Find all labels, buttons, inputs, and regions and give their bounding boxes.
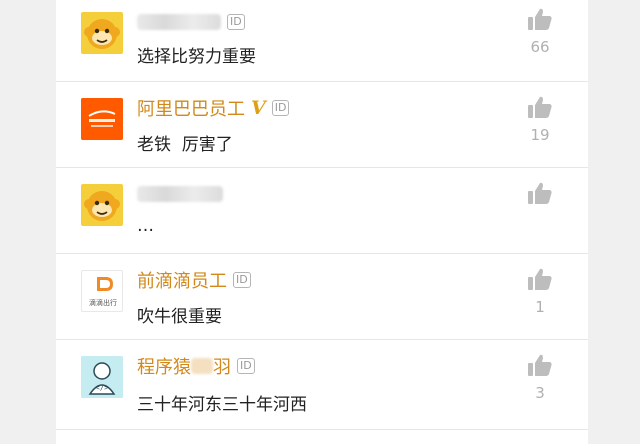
comment-text: 三十年河东三十年河西 [137, 395, 307, 415]
comment-item: 阿里巴巴员工 V ID 老铁 厉害了 19 [56, 82, 588, 168]
thumbs-up-icon [528, 182, 552, 204]
thumbs-up-icon [528, 354, 552, 376]
didi-avatar[interactable]: 滴滴出行 [81, 270, 123, 312]
like-button[interactable]: 66 [526, 8, 554, 56]
programmer-avatar[interactable]: </> [81, 356, 123, 398]
author-name-blurred[interactable] [137, 186, 223, 202]
thumbs-up-icon [528, 96, 552, 118]
monkey-avatar[interactable] [81, 184, 123, 226]
author-name[interactable]: 前滴滴员工 [137, 267, 227, 293]
svg-text:</>: </> [96, 384, 109, 392]
like-count: 1 [535, 298, 545, 316]
comment-author-row: 程序猿 羽 ID [137, 354, 255, 378]
comment-author-row: 阿里巴巴员工 V ID [137, 95, 290, 121]
author-name-blurred [191, 358, 213, 374]
author-name-prefix[interactable]: 程序猿 [137, 353, 191, 379]
comment-item: ID 选择比努力重要 66 [56, 0, 588, 82]
id-badge: ID [227, 14, 245, 30]
like-count: 66 [530, 38, 550, 56]
id-badge: ID [233, 272, 251, 288]
verified-badge: V [251, 97, 266, 119]
like-button[interactable] [526, 182, 554, 204]
alibaba-avatar[interactable] [81, 98, 123, 140]
comment-item: 滴滴出行 前滴滴员工 ID 吹牛很重要 1 [56, 254, 588, 340]
comment-author-row [137, 182, 223, 206]
id-badge: ID [237, 358, 255, 374]
didi-avatar-label: 滴滴出行 [89, 299, 117, 307]
comment-item: … [56, 168, 588, 254]
like-button[interactable]: 19 [526, 96, 554, 144]
monkey-avatar[interactable] [81, 12, 123, 54]
thumbs-up-icon [528, 268, 552, 290]
comment-text: 老铁 厉害了 [137, 135, 233, 155]
comment-text: 选择比努力重要 [137, 47, 256, 67]
comment-text: 吹牛很重要 [137, 307, 222, 327]
author-name[interactable]: 阿里巴巴员工 [137, 95, 245, 121]
like-button[interactable]: 1 [526, 268, 554, 316]
comment-item: </> 程序猿 羽 ID 三十年河东三十年河西 3 [56, 340, 588, 430]
comment-text: … [137, 216, 154, 236]
like-count: 19 [530, 126, 550, 144]
like-count: 3 [535, 384, 545, 402]
thumbs-up-icon [528, 8, 552, 30]
comment-author-row: 前滴滴员工 ID [137, 268, 251, 292]
author-name-suffix[interactable]: 羽 [213, 353, 231, 379]
id-badge: ID [271, 100, 290, 116]
like-button[interactable]: 3 [526, 354, 554, 402]
author-name-blurred[interactable] [137, 14, 221, 30]
comment-author-row: ID [137, 10, 245, 34]
